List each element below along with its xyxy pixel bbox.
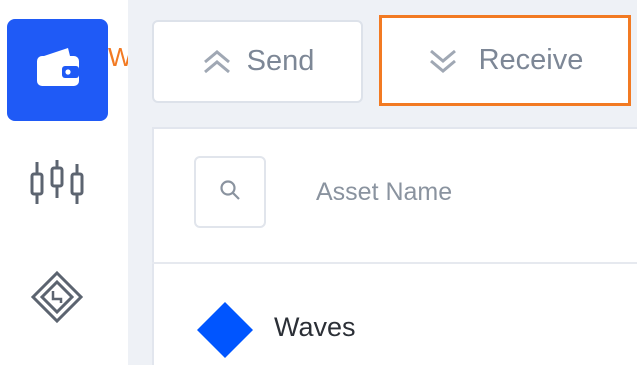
- wallet-icon: [34, 46, 82, 95]
- send-button[interactable]: Send: [152, 20, 363, 103]
- sidebar-item-dex[interactable]: [26, 268, 88, 330]
- asset-name-column-header: Asset Name: [316, 178, 453, 206]
- waves-diamond-icon: [195, 300, 255, 360]
- candlestick-chart-icon: [26, 158, 88, 213]
- chevrons-up-icon: [201, 48, 233, 76]
- asset-search-button[interactable]: [194, 156, 266, 228]
- receive-button[interactable]: Receive: [379, 15, 631, 106]
- receive-button-label: Receive: [478, 44, 584, 76]
- dex-diamond-icon: [29, 269, 85, 330]
- sidebar-item-trade[interactable]: [24, 154, 90, 216]
- search-icon: [218, 178, 242, 207]
- asset-name: Waves: [274, 312, 356, 342]
- chevrons-down-icon: [427, 47, 459, 75]
- sidebar-item-wallet[interactable]: [7, 19, 108, 121]
- app-root: Wallet Send Receive As: [0, 0, 637, 365]
- send-button-label: Send: [246, 45, 315, 77]
